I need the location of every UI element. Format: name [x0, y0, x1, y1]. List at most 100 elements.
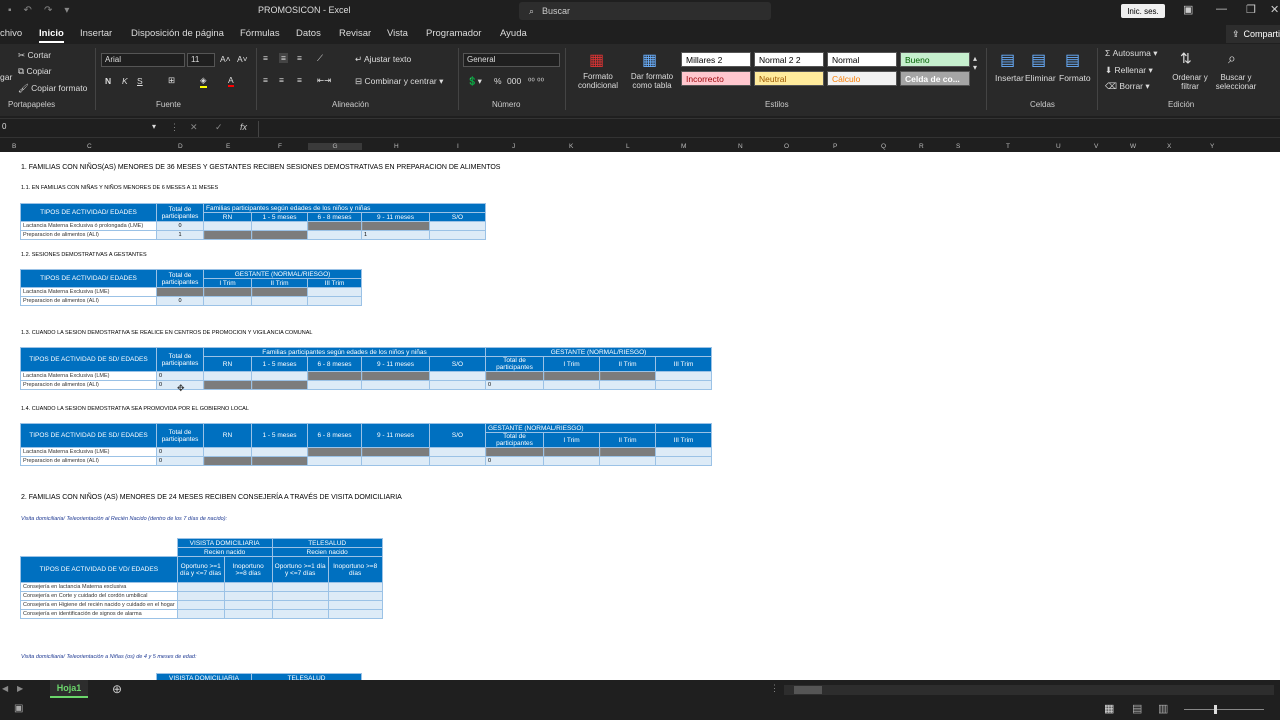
cell-value[interactable]: 0: [156, 447, 204, 457]
underline-button[interactable]: S: [137, 76, 143, 86]
orientation-icon[interactable]: ⟋: [317, 53, 323, 64]
shrink-font-icon[interactable]: A˅: [237, 54, 248, 64]
style-normal-2-2[interactable]: Normal 2 2: [754, 52, 824, 67]
col-header[interactable]: S: [956, 143, 960, 150]
delete-cells-button[interactable]: Eliminar: [1025, 73, 1056, 83]
formula-input[interactable]: [258, 121, 1280, 137]
align-middle-icon[interactable]: ≡: [279, 53, 288, 63]
autosum-button[interactable]: Σ Autosuma ▾: [1105, 48, 1158, 59]
cell[interactable]: [251, 371, 308, 381]
tab-archivo[interactable]: chivo: [0, 28, 22, 39]
cell[interactable]: [429, 230, 486, 240]
cell[interactable]: [361, 380, 430, 390]
add-sheet-icon[interactable]: ⊕: [112, 682, 122, 696]
align-top-icon[interactable]: ≡: [263, 53, 268, 63]
cell[interactable]: [429, 456, 486, 466]
format-table-icon[interactable]: ▦: [642, 50, 657, 70]
search-box[interactable]: ⌕ Buscar: [519, 2, 771, 20]
cell[interactable]: [655, 380, 712, 390]
cell-value[interactable]: 0: [485, 380, 544, 390]
col-header[interactable]: L: [626, 143, 630, 150]
percent-button[interactable]: %: [494, 76, 502, 86]
cell[interactable]: [655, 456, 712, 466]
cell-value[interactable]: 0: [156, 456, 204, 466]
style-bueno[interactable]: Bueno: [900, 52, 970, 67]
align-left-icon[interactable]: ≡: [263, 75, 268, 85]
format-cells-button[interactable]: Formato: [1059, 73, 1091, 83]
cell[interactable]: [543, 380, 600, 390]
tab-insertar[interactable]: Insertar: [80, 28, 112, 39]
cell[interactable]: [223, 600, 273, 610]
style-millares[interactable]: Millares 2: [681, 52, 751, 67]
align-center-icon[interactable]: ≡: [279, 75, 284, 85]
delete-cells-icon[interactable]: ▤: [1031, 50, 1046, 70]
cell[interactable]: [429, 447, 486, 457]
cell-value[interactable]: 1: [361, 230, 430, 240]
tab-inicio[interactable]: Inicio: [39, 28, 64, 43]
splitter-icon[interactable]: ⋮: [770, 683, 779, 694]
enter-icon[interactable]: ✓: [215, 122, 223, 133]
style-incorrecto[interactable]: Incorrecto: [681, 71, 751, 86]
fill-color-icon[interactable]: ◈: [200, 75, 207, 88]
cell[interactable]: [307, 380, 362, 390]
insert-function-icon[interactable]: fx: [240, 122, 247, 132]
style-neutral[interactable]: Neutral: [754, 71, 824, 86]
cell[interactable]: [655, 447, 712, 457]
style-celda-control[interactable]: Celda de co...: [900, 71, 970, 86]
cell[interactable]: [327, 609, 383, 619]
cell[interactable]: [429, 371, 486, 381]
cell[interactable]: [271, 600, 329, 610]
cell[interactable]: [599, 380, 656, 390]
col-header[interactable]: Y: [1210, 143, 1214, 150]
cell[interactable]: [203, 447, 252, 457]
cell-value[interactable]: 0: [485, 456, 544, 466]
insert-cells-icon[interactable]: ▤: [1000, 50, 1015, 70]
next-sheet-icon[interactable]: ▶: [17, 684, 23, 693]
col-header[interactable]: K: [569, 143, 573, 150]
cell[interactable]: [223, 591, 273, 601]
row-label[interactable]: Preparacion de alimentos (ALI): [20, 456, 157, 466]
horizontal-scrollbar[interactable]: [784, 685, 1274, 695]
cell[interactable]: [251, 447, 308, 457]
cell[interactable]: [203, 371, 252, 381]
currency-icon[interactable]: 💲▾: [467, 76, 482, 87]
cell[interactable]: [176, 609, 225, 619]
scroll-thumb[interactable]: [794, 686, 822, 694]
indent-icon[interactable]: ⇤⇥: [317, 75, 331, 86]
col-header[interactable]: V: [1094, 143, 1098, 150]
align-right-icon[interactable]: ≡: [297, 75, 302, 85]
col-header[interactable]: B: [12, 143, 16, 150]
tab-disposicion[interactable]: Disposición de página: [131, 28, 224, 39]
name-box-dropdown-icon[interactable]: ▾: [152, 122, 156, 131]
col-header[interactable]: R: [919, 143, 924, 150]
number-format-select[interactable]: General: [463, 53, 560, 67]
undo-icon[interactable]: ↶: [24, 5, 32, 16]
row-label[interactable]: Preparacion de alimentos (ALI): [20, 230, 157, 240]
clear-button[interactable]: ⌫ Borrar ▾: [1105, 81, 1150, 92]
page-layout-view-icon[interactable]: ▤: [1132, 702, 1142, 715]
row-label[interactable]: Lactancia Materna Exclusiva (LME): [20, 371, 157, 381]
worksheet[interactable]: 1. FAMILIAS CON NIÑOS(AS) MENORES DE 36 …: [0, 152, 1280, 680]
close-icon[interactable]: ✕: [1270, 3, 1279, 16]
wrap-text-button[interactable]: ↵ Ajustar texto: [355, 54, 411, 65]
col-header[interactable]: C: [87, 143, 92, 150]
col-header[interactable]: E: [226, 143, 230, 150]
page-break-view-icon[interactable]: ▥: [1158, 702, 1168, 715]
cell[interactable]: [176, 600, 225, 610]
cell-value[interactable]: 0: [156, 221, 204, 231]
format-as-table-button[interactable]: Dar formato como tabla: [626, 72, 678, 90]
row-label[interactable]: Preparacion de alimentos (ALI): [20, 296, 157, 306]
col-header[interactable]: F: [278, 143, 282, 150]
styles-more-icon[interactable]: ▴ ▾: [973, 54, 977, 72]
col-header[interactable]: O: [784, 143, 789, 150]
row-label[interactable]: Lactancia Materna Exclusiva (LME): [20, 447, 157, 457]
col-header[interactable]: T: [1006, 143, 1010, 150]
conditional-format-button[interactable]: Formato condicional: [572, 72, 624, 90]
col-header[interactable]: G: [308, 143, 362, 150]
tab-programador[interactable]: Programador: [426, 28, 481, 39]
col-header[interactable]: X: [1167, 143, 1171, 150]
paste-button[interactable]: gar: [0, 72, 12, 82]
cell-value[interactable]: 0: [156, 296, 204, 306]
sort-filter-icon[interactable]: ⇅: [1180, 50, 1192, 67]
decimal-icons[interactable]: ⁰⁰ ⁰⁰: [528, 76, 544, 87]
